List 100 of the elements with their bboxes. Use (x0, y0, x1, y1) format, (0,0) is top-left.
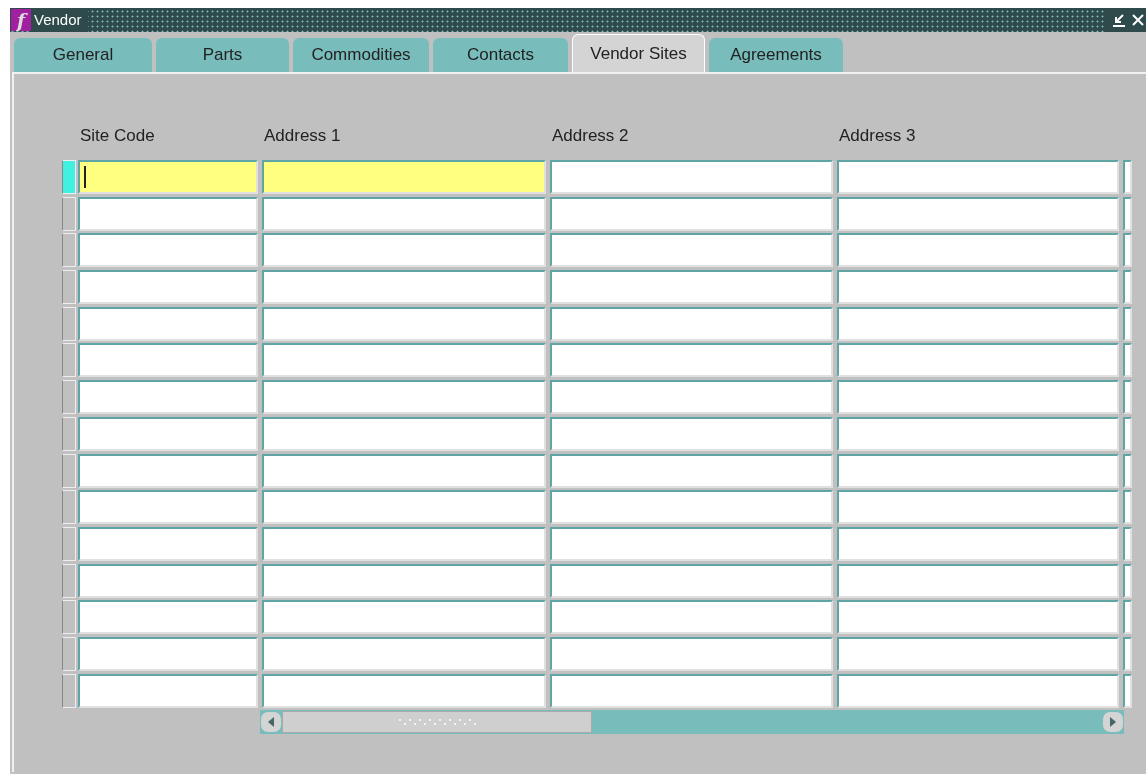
row-indicator[interactable] (62, 600, 76, 635)
table-cell[interactable] (550, 416, 833, 451)
minimize-icon[interactable] (1112, 13, 1126, 27)
table-cell[interactable] (262, 160, 546, 194)
table-cell[interactable] (837, 343, 1119, 378)
table-cell[interactable] (78, 380, 258, 415)
table-cell[interactable] (837, 196, 1119, 231)
horizontal-scrollbar[interactable] (260, 710, 1124, 735)
table-cell[interactable] (1123, 343, 1132, 378)
table-cell[interactable] (837, 160, 1119, 194)
table-cell[interactable] (78, 490, 258, 525)
table-cell[interactable] (78, 343, 258, 378)
table-cell[interactable] (78, 563, 258, 598)
table-cell[interactable] (837, 306, 1119, 341)
table-cell[interactable] (78, 233, 258, 268)
table-cell[interactable] (262, 270, 546, 305)
table-cell[interactable] (1123, 270, 1132, 305)
close-icon[interactable] (1132, 14, 1144, 26)
table-cell[interactable] (262, 490, 546, 525)
table-cell[interactable] (78, 673, 258, 708)
table-cell[interactable] (262, 600, 546, 635)
table-cell[interactable] (78, 416, 258, 451)
table-cell[interactable] (78, 636, 258, 671)
table-cell[interactable] (262, 636, 546, 671)
table-cell[interactable] (550, 233, 833, 268)
table-cell[interactable] (262, 196, 546, 231)
table-cell[interactable] (837, 416, 1119, 451)
tab[interactable]: Commodities (293, 38, 429, 72)
table-cell[interactable] (1123, 196, 1132, 231)
table-cell[interactable] (1123, 600, 1132, 635)
table-cell[interactable] (550, 380, 833, 415)
table-cell[interactable] (1123, 416, 1132, 451)
tab[interactable]: General (14, 38, 152, 72)
table-cell[interactable] (550, 453, 833, 488)
table-cell[interactable] (837, 526, 1119, 561)
table-cell[interactable] (262, 416, 546, 451)
table-cell[interactable] (550, 196, 833, 231)
table-cell[interactable] (837, 673, 1119, 708)
table-cell[interactable] (837, 490, 1119, 525)
row-indicator[interactable] (62, 636, 76, 671)
table-cell[interactable] (78, 270, 258, 305)
row-indicator[interactable] (62, 563, 76, 598)
table-cell[interactable] (262, 673, 546, 708)
table-cell[interactable] (550, 673, 833, 708)
table-cell[interactable] (550, 343, 833, 378)
table-cell[interactable] (837, 563, 1119, 598)
table-cell[interactable] (1123, 160, 1132, 194)
row-indicator[interactable] (62, 343, 76, 378)
tab[interactable]: Agreements (709, 38, 843, 72)
table-cell[interactable] (550, 636, 833, 671)
table-cell[interactable] (550, 526, 833, 561)
row-indicator[interactable] (62, 306, 76, 341)
table-cell[interactable] (262, 306, 546, 341)
tab[interactable]: Contacts (433, 38, 568, 72)
table-cell[interactable] (78, 526, 258, 561)
table-cell[interactable] (1123, 673, 1132, 708)
table-cell[interactable] (1123, 490, 1132, 525)
row-indicator[interactable] (62, 233, 76, 268)
scroll-left-button[interactable] (260, 711, 282, 734)
table-cell[interactable] (550, 160, 833, 194)
table-cell[interactable] (837, 270, 1119, 305)
table-cell[interactable] (78, 160, 258, 194)
table-cell[interactable] (550, 270, 833, 305)
table-cell[interactable] (550, 490, 833, 525)
table-cell[interactable] (837, 233, 1119, 268)
table-cell[interactable] (262, 380, 546, 415)
table-cell[interactable] (1123, 563, 1132, 598)
table-cell[interactable] (78, 306, 258, 341)
table-cell[interactable] (78, 196, 258, 231)
tab[interactable]: Parts (156, 38, 289, 72)
row-indicator[interactable] (62, 453, 76, 488)
row-indicator[interactable] (62, 270, 76, 305)
table-cell[interactable] (837, 453, 1119, 488)
table-cell[interactable] (262, 526, 546, 561)
table-cell[interactable] (78, 453, 258, 488)
table-cell[interactable] (837, 380, 1119, 415)
row-indicator[interactable] (62, 490, 76, 525)
scroll-right-button[interactable] (1102, 711, 1124, 734)
table-cell[interactable] (78, 600, 258, 635)
row-indicator[interactable] (62, 380, 76, 415)
row-indicator[interactable] (62, 196, 76, 231)
table-cell[interactable] (262, 453, 546, 488)
table-cell[interactable] (262, 563, 546, 598)
table-cell[interactable] (1123, 453, 1132, 488)
scroll-thumb[interactable] (282, 711, 592, 734)
table-cell[interactable] (262, 343, 546, 378)
row-indicator[interactable] (62, 526, 76, 561)
row-indicator[interactable] (62, 416, 76, 451)
table-cell[interactable] (837, 636, 1119, 671)
table-cell[interactable] (1123, 380, 1132, 415)
row-indicator[interactable] (62, 673, 76, 708)
table-cell[interactable] (1123, 233, 1132, 268)
table-cell[interactable] (550, 600, 833, 635)
table-cell[interactable] (837, 600, 1119, 635)
table-cell[interactable] (550, 306, 833, 341)
table-cell[interactable] (262, 233, 546, 268)
table-cell[interactable] (550, 563, 833, 598)
table-cell[interactable] (1123, 306, 1132, 341)
row-indicator[interactable] (62, 160, 76, 194)
table-cell[interactable] (1123, 526, 1132, 561)
